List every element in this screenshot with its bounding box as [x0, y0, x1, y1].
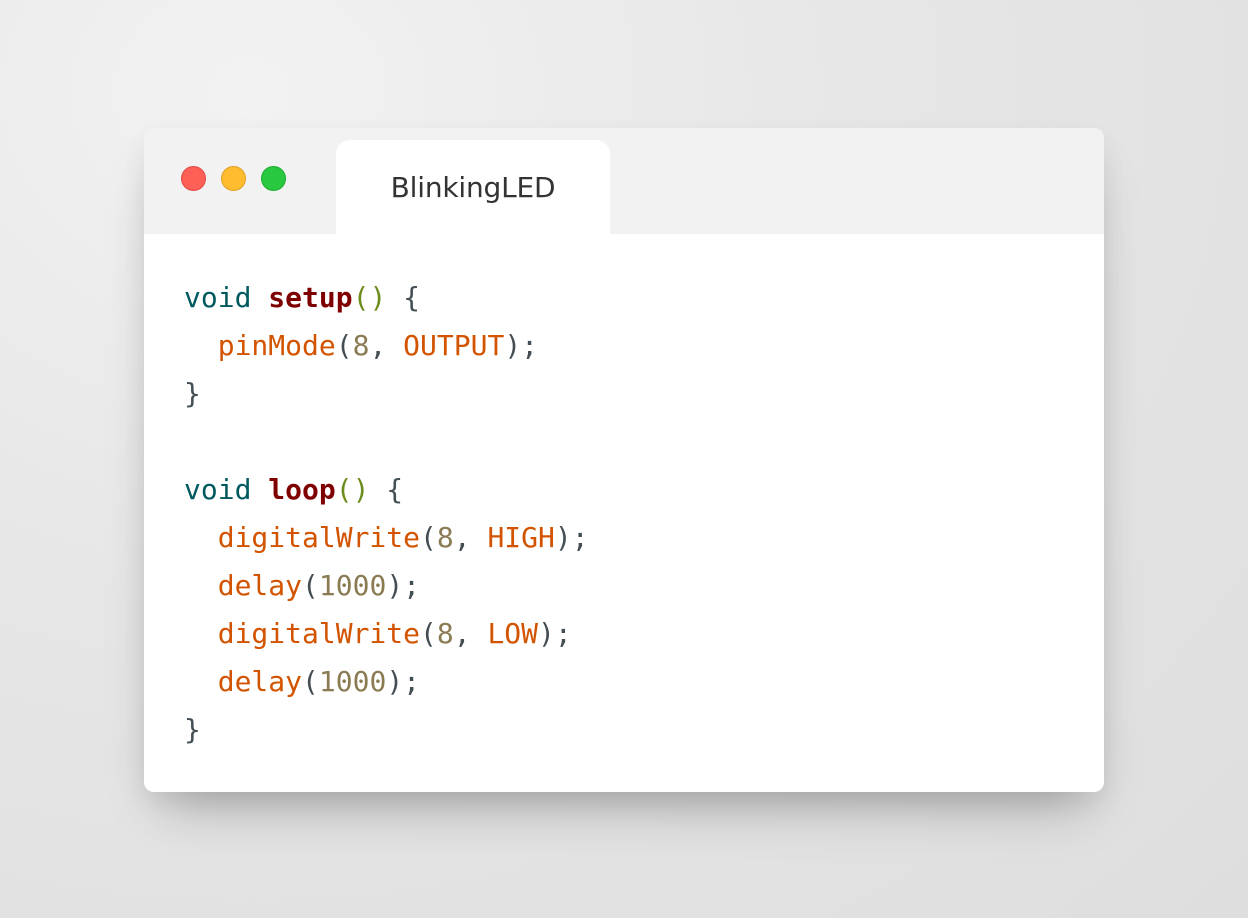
code-line: delay(1000); — [217, 665, 421, 698]
constant: LOW — [487, 617, 539, 650]
parens: () — [352, 281, 387, 314]
tab-title: BlinkingLED — [390, 170, 556, 204]
code-line: digitalWrite(8, LOW); — [217, 617, 572, 650]
builtin-call: delay — [217, 665, 303, 698]
code-line: void setup() { — [184, 274, 1064, 322]
builtin-call: digitalWrite — [217, 617, 421, 650]
constant: OUTPUT — [403, 329, 505, 362]
code-editor[interactable]: void setup() { pinMode(8, OUTPUT); } voi… — [184, 274, 1064, 772]
builtin-call: delay — [217, 569, 303, 602]
open-brace: { — [369, 473, 404, 506]
title-bar: BlinkingLED — [144, 128, 1104, 234]
code-line: void loop() { — [184, 466, 1064, 514]
close-button[interactable] — [181, 166, 206, 191]
open-brace: { — [386, 281, 421, 314]
code-line: pinMode(8, OUTPUT); — [217, 329, 539, 362]
type-keyword: void — [184, 281, 252, 314]
code-line: delay(1000); — [217, 569, 421, 602]
code-line: } — [184, 370, 1064, 418]
number-literal: 1000 — [318, 569, 387, 602]
code-line: } — [184, 706, 1064, 754]
parens: () — [335, 473, 370, 506]
number-literal: 1000 — [318, 665, 387, 698]
type-keyword: void — [184, 473, 252, 506]
tab-blinkingled[interactable]: BlinkingLED — [336, 140, 610, 234]
close-brace: } — [184, 713, 201, 746]
constant: HIGH — [487, 521, 555, 554]
close-brace: } — [184, 377, 201, 410]
code-line: digitalWrite(8, HIGH); — [217, 521, 589, 554]
number-literal: 8 — [436, 617, 454, 650]
code-window: BlinkingLED void setup() { pinMode(8, OU… — [144, 128, 1104, 792]
minimize-button[interactable] — [221, 166, 246, 191]
function-name: loop — [268, 473, 336, 506]
builtin-call: pinMode — [217, 329, 336, 362]
builtin-call: digitalWrite — [217, 521, 421, 554]
number-literal: 8 — [436, 521, 454, 554]
function-name: setup — [268, 281, 353, 314]
number-literal: 8 — [352, 329, 370, 362]
zoom-button[interactable] — [261, 166, 286, 191]
